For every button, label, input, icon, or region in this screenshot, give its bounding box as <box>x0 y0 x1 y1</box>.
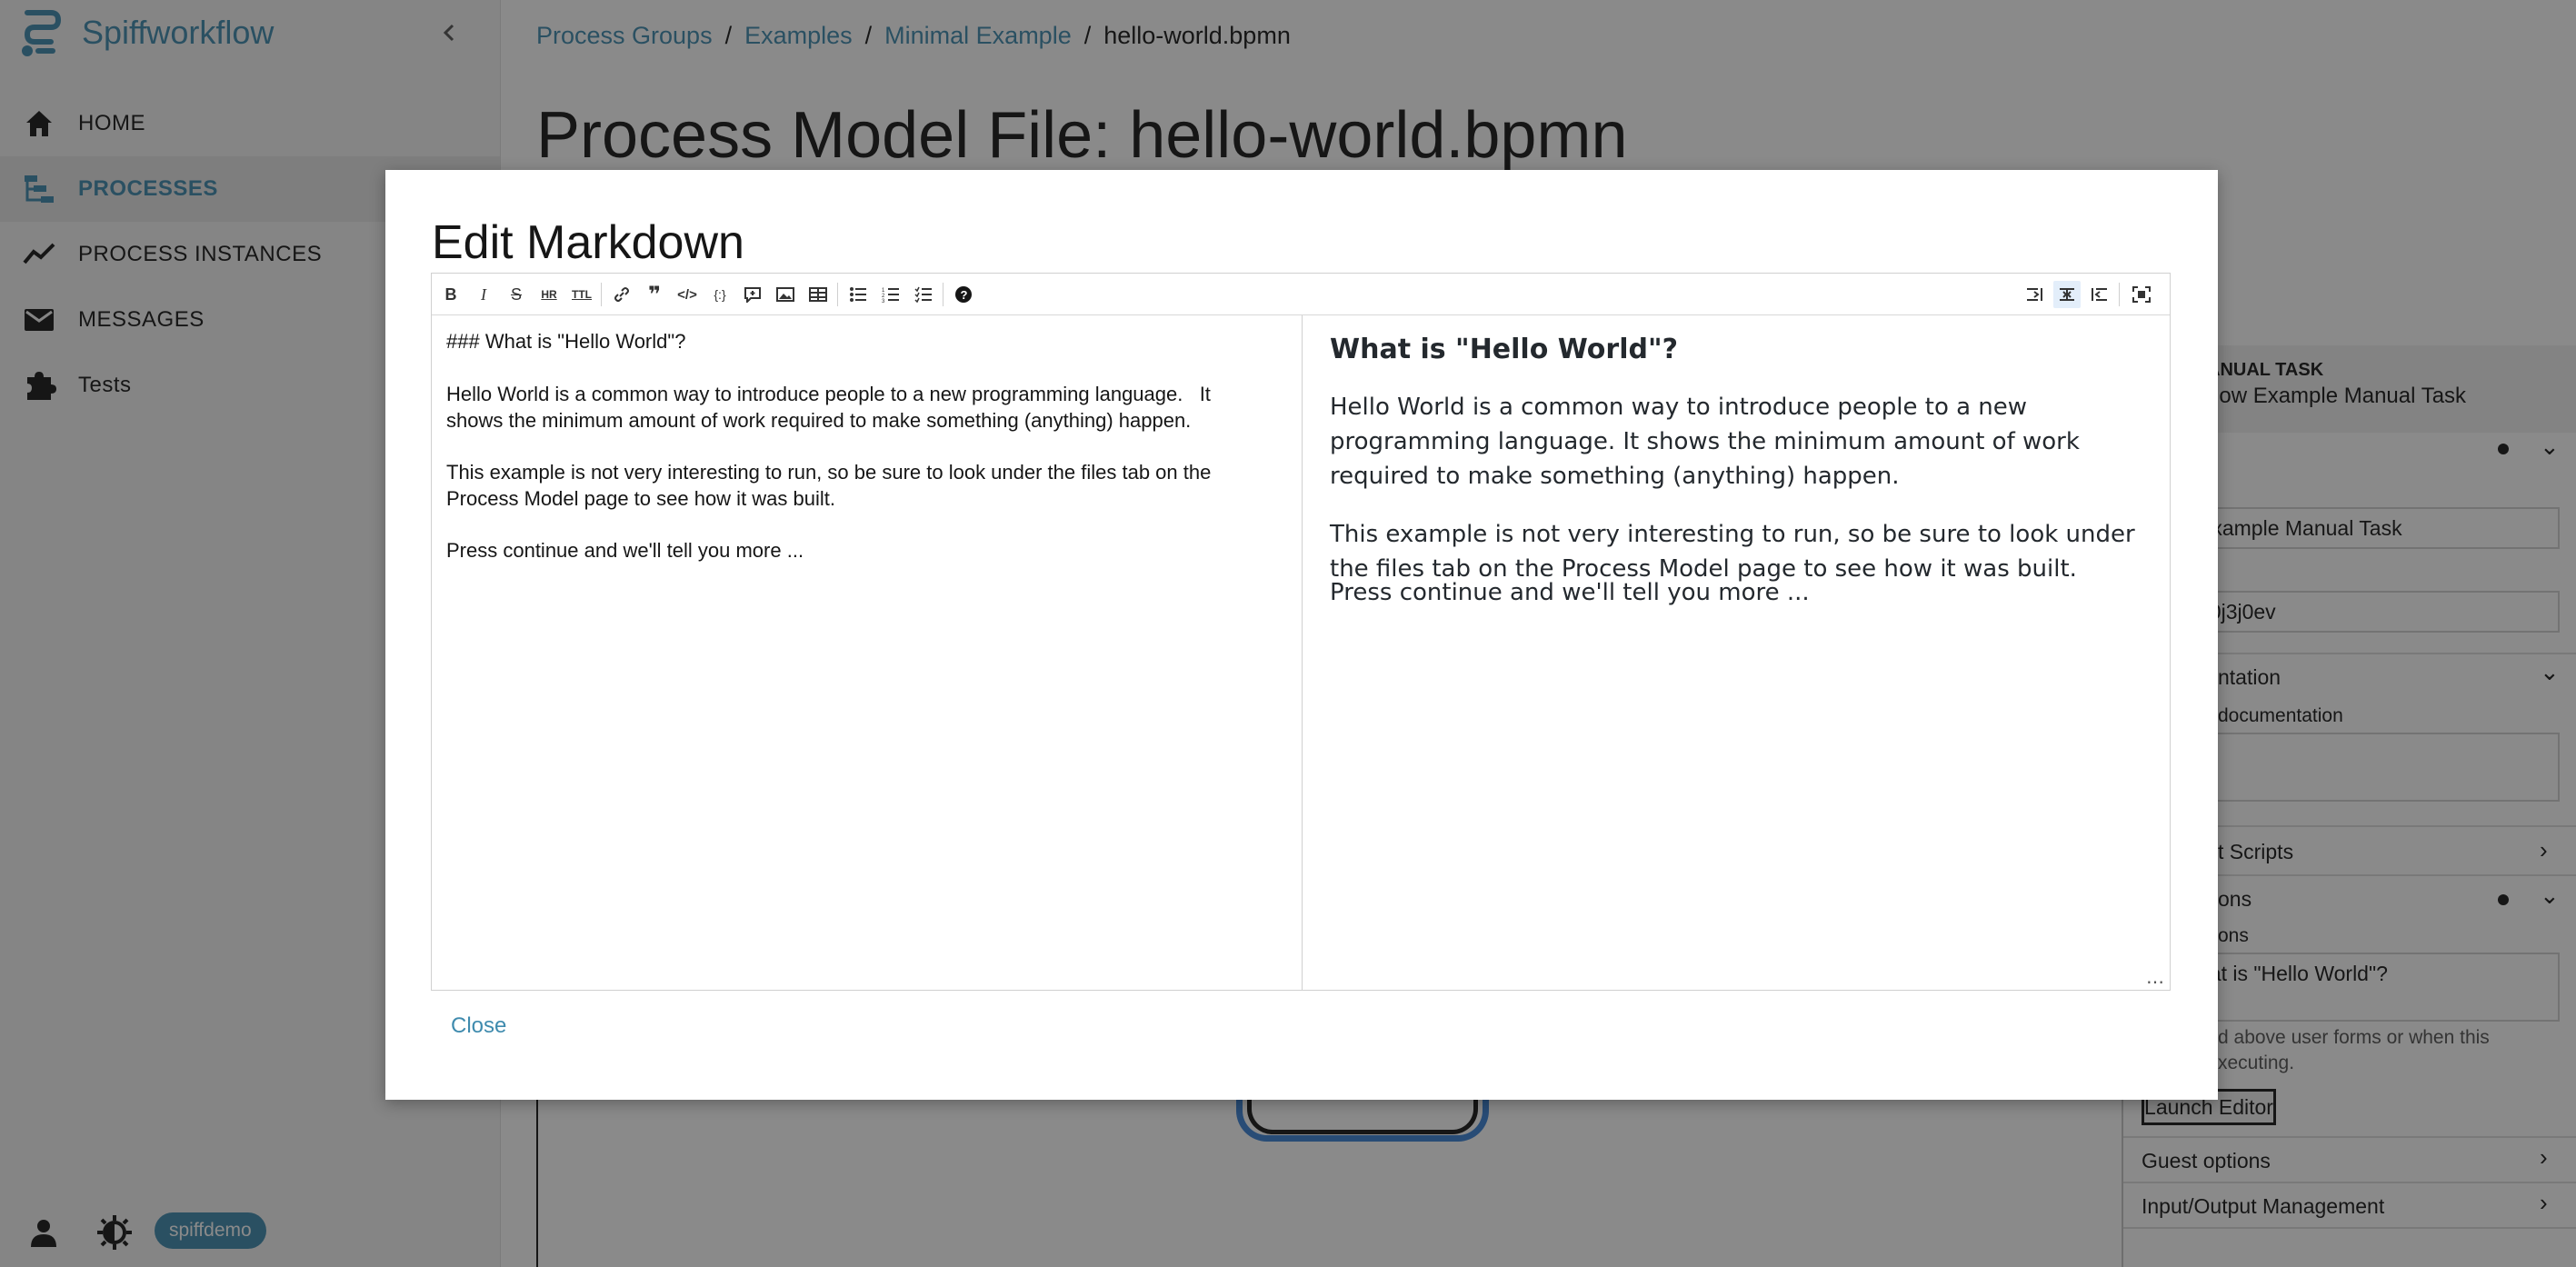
svg-text:3: 3 <box>882 299 885 303</box>
source-line: Press continue and we'll tell you more .… <box>446 539 804 562</box>
checked-list-icon[interactable] <box>910 281 937 308</box>
source-line: Hello World is a common way to introduce… <box>446 383 1211 405</box>
source-line: Process Model page to see how it was bui… <box>446 487 836 510</box>
quote-icon[interactable]: ❞ <box>641 281 668 308</box>
preview-paragraph: Hello World is a common way to introduce… <box>1330 394 2080 490</box>
code-block-icon[interactable]: {:} <box>706 281 734 308</box>
preview-paragraph: Press continue and we'll tell you more .… <box>1330 579 1810 606</box>
bold-icon[interactable]: B <box>437 281 464 308</box>
preview-edit-only-icon[interactable] <box>2021 281 2048 308</box>
source-line: This example is not very interesting to … <box>446 461 1212 484</box>
source-line: shows the minimum amount of work require… <box>446 409 1192 432</box>
comment-icon[interactable] <box>739 281 766 308</box>
italic-icon[interactable]: I <box>470 281 497 308</box>
resize-handle-icon[interactable]: … <box>2146 966 2164 988</box>
edit-markdown-modal: Edit Markdown B I S HR TTL ❞ </> {:} 1 2… <box>385 170 2218 1100</box>
table-icon[interactable] <box>804 281 832 308</box>
preview-heading: What is "Hello World"? <box>1330 334 1678 365</box>
modal-title: Edit Markdown <box>432 216 744 269</box>
ordered-list-icon[interactable]: 123 <box>877 281 904 308</box>
fullscreen-icon[interactable] <box>2128 281 2155 308</box>
code-icon[interactable]: </> <box>674 281 701 308</box>
markdown-preview: What is "Hello World"? Hello World is a … <box>1303 315 2170 990</box>
unordered-list-icon[interactable] <box>844 281 872 308</box>
preview-only-icon[interactable] <box>2086 281 2113 308</box>
markdown-editor: B I S HR TTL ❞ </> {:} 1 2 3 ? ### What … <box>431 273 2171 991</box>
svg-text:?: ? <box>961 288 968 302</box>
hr-icon[interactable]: HR <box>535 281 563 308</box>
editor-toolbar: B I S HR TTL ❞ </> {:} 1 2 3 ? <box>432 274 2170 315</box>
close-button[interactable]: Close <box>451 1013 506 1039</box>
help-icon[interactable]: ? <box>950 281 977 308</box>
markdown-source-textarea[interactable]: ### What is "Hello World"? Hello World i… <box>432 315 1303 990</box>
image-icon[interactable] <box>772 281 799 308</box>
link-icon[interactable] <box>608 281 635 308</box>
strikethrough-icon[interactable]: S <box>503 281 530 308</box>
title-icon[interactable]: TTL <box>568 281 595 308</box>
source-line: ### What is "Hello World"? <box>446 330 686 353</box>
preview-live-icon[interactable] <box>2053 281 2081 308</box>
